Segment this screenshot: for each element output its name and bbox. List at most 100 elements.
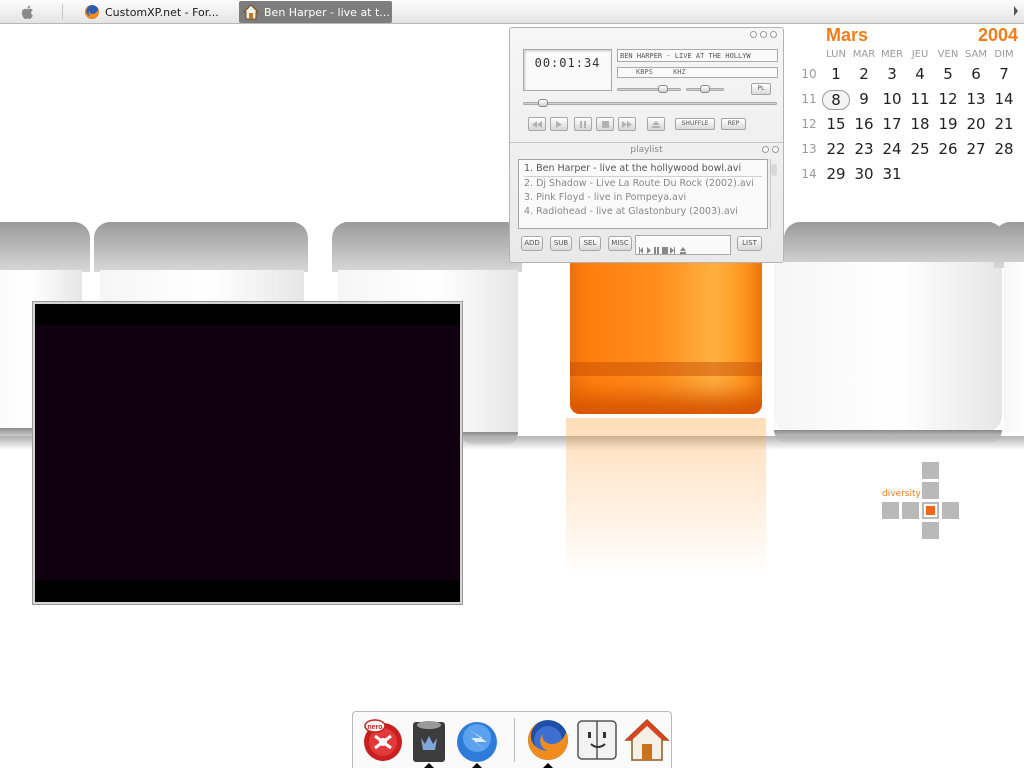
calendar-day[interactable]: 18 xyxy=(906,115,934,133)
calendar-weekday-header: MER xyxy=(881,49,903,60)
calendar-day[interactable]: 13 xyxy=(962,90,990,108)
calendar-day[interactable]: 14 xyxy=(990,90,1018,108)
task-customxp[interactable]: CustomXP.net - For... xyxy=(80,1,230,23)
diversity-square[interactable] xyxy=(922,462,939,479)
firefox-icon[interactable] xyxy=(524,716,572,764)
list-button[interactable]: LIST xyxy=(737,236,762,251)
calendar-day[interactable]: 29 xyxy=(822,165,850,183)
calendar-day[interactable]: 11 xyxy=(906,90,934,108)
calendar-day-today[interactable]: 8 xyxy=(822,90,850,110)
calendar-day[interactable]: 6 xyxy=(962,65,990,83)
playlist-item[interactable]: 4. Radiohead - live at Glastonbury (2003… xyxy=(524,205,762,219)
finder-icon[interactable] xyxy=(573,716,621,764)
diversity-square-active[interactable] xyxy=(922,502,939,519)
calendar-day[interactable]: 28 xyxy=(990,140,1018,158)
playlist-item[interactable]: 2. Dj Shadow - Live La Route Du Rock (20… xyxy=(524,177,762,191)
calendar-day[interactable]: 31 xyxy=(878,165,906,183)
playlist-scrollbar[interactable] xyxy=(770,159,777,229)
eject-button[interactable] xyxy=(647,117,665,131)
stop-button[interactable] xyxy=(596,117,614,131)
calendar-day[interactable]: 2 xyxy=(850,65,878,83)
playlist-box: 1. Ben Harper - live at the hollywood bo… xyxy=(518,159,768,229)
close-button[interactable] xyxy=(770,31,777,38)
diversity-square[interactable] xyxy=(902,502,919,519)
calendar-day[interactable]: 30 xyxy=(850,165,878,183)
calendar-day[interactable]: 26 xyxy=(934,140,962,158)
playlist-title: playlist xyxy=(510,142,783,156)
balance-knob[interactable] xyxy=(700,85,710,93)
calendar-day[interactable]: 1 xyxy=(822,65,850,83)
calendar-day[interactable]: 20 xyxy=(962,115,990,133)
wallpaper-cube xyxy=(332,222,522,272)
volume-knob[interactable] xyxy=(658,85,668,93)
calendar-week-number: 10 xyxy=(801,67,817,81)
calendar-day[interactable]: 9 xyxy=(850,90,878,108)
calendar-week-number: 12 xyxy=(801,117,817,131)
calendar-day[interactable]: 10 xyxy=(878,90,906,108)
calendar-day[interactable]: 3 xyxy=(878,65,906,83)
calendar-day[interactable]: 5 xyxy=(934,65,962,83)
calendar-week-number: 14 xyxy=(801,167,817,181)
diversity-square[interactable] xyxy=(942,502,959,519)
calendar-week-number: 11 xyxy=(801,92,817,106)
trash-icon[interactable] xyxy=(405,716,453,764)
sel-button[interactable]: SEL xyxy=(579,236,601,251)
calendar-day[interactable]: 27 xyxy=(962,140,990,158)
calendar-day[interactable]: 25 xyxy=(906,140,934,158)
previous-button[interactable] xyxy=(528,117,546,131)
pause-button[interactable] xyxy=(574,117,592,131)
shade-button[interactable] xyxy=(760,31,767,38)
calendar-day[interactable]: 12 xyxy=(934,90,962,108)
time-display[interactable]: 00:01:34 xyxy=(523,49,612,91)
home-icon[interactable] xyxy=(623,716,671,764)
mini-transport[interactable] xyxy=(635,235,731,255)
calendar-day[interactable]: 7 xyxy=(990,65,1018,83)
misc-button[interactable]: MISC xyxy=(608,236,632,251)
volume-slider[interactable] xyxy=(617,88,681,91)
previous-icon xyxy=(532,120,542,128)
calendar-day[interactable]: 23 xyxy=(850,140,878,158)
calendar-day[interactable]: 16 xyxy=(850,115,878,133)
play-button[interactable] xyxy=(550,117,568,131)
playlist-item[interactable]: 3. Pink Floyd - live in Pompeya.avi xyxy=(524,191,762,205)
play-icon xyxy=(556,120,562,128)
calendar-day[interactable]: 4 xyxy=(906,65,934,83)
sub-button[interactable]: SUB xyxy=(550,236,572,251)
playlist-shade-button[interactable] xyxy=(762,146,769,153)
scrollbar-thumb[interactable] xyxy=(771,164,777,176)
calendar-day[interactable]: 15 xyxy=(822,115,850,133)
next-button[interactable] xyxy=(618,117,636,131)
home-icon xyxy=(243,4,259,20)
calendar-day[interactable]: 22 xyxy=(822,140,850,158)
pause-icon xyxy=(580,120,586,128)
shuffle-button[interactable]: SHUFFLE xyxy=(675,118,715,130)
diversity-square[interactable] xyxy=(882,502,899,519)
diversity-square[interactable] xyxy=(922,482,939,499)
diversity-square[interactable] xyxy=(922,522,939,539)
repeat-button[interactable]: REP xyxy=(721,118,746,130)
calendar-day[interactable]: 17 xyxy=(878,115,906,133)
add-button[interactable]: ADD xyxy=(521,236,543,251)
taskbar-expand-icon[interactable] xyxy=(1014,6,1018,16)
dock: nero xyxy=(352,711,672,768)
song-title-scroller[interactable]: BEN HARPER - LIVE AT THE HOLLYW xyxy=(617,49,778,62)
calendar-day[interactable]: 21 xyxy=(990,115,1018,133)
next-icon xyxy=(622,120,632,128)
window-controls xyxy=(750,31,777,38)
task-ben-harper[interactable]: Ben Harper - live at t... xyxy=(239,1,392,23)
khz-label: KHZ xyxy=(673,68,686,76)
calendar-weekday-header: JEU xyxy=(911,49,929,60)
nero-icon[interactable]: nero xyxy=(359,716,407,764)
playlist-toggle-button[interactable]: PL xyxy=(751,83,771,95)
playlist-close-button[interactable] xyxy=(772,146,779,153)
thunderbird-icon[interactable] xyxy=(453,716,501,764)
seek-knob[interactable] xyxy=(538,99,548,107)
calendar-day[interactable]: 24 xyxy=(878,140,906,158)
seek-bar[interactable] xyxy=(523,102,777,105)
orange-cube xyxy=(570,240,762,414)
apple-icon[interactable] xyxy=(20,4,36,20)
calendar-day[interactable]: 19 xyxy=(934,115,962,133)
video-window[interactable] xyxy=(33,302,462,604)
playlist-item[interactable]: 1. Ben Harper - live at the hollywood bo… xyxy=(524,162,762,177)
minimize-button[interactable] xyxy=(750,31,757,38)
